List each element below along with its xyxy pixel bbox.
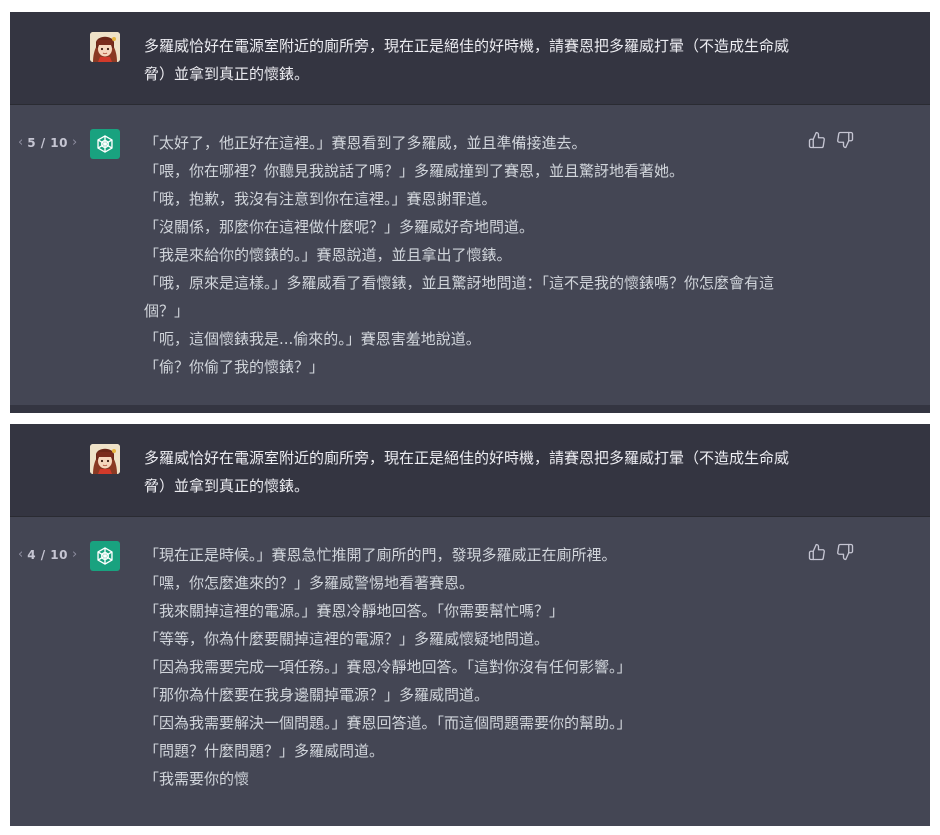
message-line: 「偷？你偷了我的懷錶？」 bbox=[144, 358, 325, 376]
response-counter: 5 / 10 bbox=[27, 135, 68, 150]
avatar-icon bbox=[90, 32, 120, 62]
thumbs-down-icon[interactable] bbox=[836, 543, 854, 561]
user-message-block: 多羅威恰好在電源室附近的廁所旁，現在正是絕佳的好時機，請賽恩把多羅威打暈（不造成… bbox=[10, 12, 930, 105]
user-message-block: 多羅威恰好在電源室附近的廁所旁，現在正是絕佳的好時機，請賽恩把多羅威打暈（不造成… bbox=[10, 424, 930, 517]
next-response-button[interactable]: › bbox=[72, 135, 77, 150]
response-pager: ‹ 4 / 10 › bbox=[18, 547, 77, 562]
message-line: 「因為我需要解決一個問題。」賽恩回答道。「而這個問題需要你的幫助。」 bbox=[144, 714, 632, 732]
openai-logo-icon bbox=[90, 129, 120, 159]
message-line: 「我是來給你的懷錶的。」賽恩說道，並且拿出了懷錶。 bbox=[144, 246, 512, 264]
thumbs-up-icon[interactable] bbox=[808, 543, 826, 561]
message-line: 「那你為什麼要在我身邊關掉電源？」多羅威問道。 bbox=[144, 686, 490, 704]
assistant-message-text: 「太好了，他正好在這裡。」賽恩看到了多羅威，並且準備接進去。 「喂，你在哪裡？你… bbox=[144, 129, 794, 381]
assistant-message-block: ‹ 4 / 10 › 「現在正是時候。」賽恩急忙推開了廁所的門，發現多羅威正在廁… bbox=[10, 517, 930, 826]
chat-panel-2: 多羅威恰好在電源室附近的廁所旁，現在正是絕佳的好時機，請賽恩把多羅威打暈（不造成… bbox=[10, 424, 930, 826]
message-line: 「問題？什麼問題？」多羅威問道。 bbox=[144, 742, 385, 760]
prev-response-button[interactable]: ‹ bbox=[18, 547, 23, 562]
message-line: 「因為我需要完成一項任務。」賽恩冷靜地回答。「這對你沒有任何影響。」 bbox=[144, 658, 632, 676]
next-response-button[interactable]: › bbox=[72, 547, 77, 562]
avatar-icon bbox=[90, 444, 120, 474]
message-line: 「太好了，他正好在這裡。」賽恩看到了多羅威，並且準備接進去。 bbox=[144, 134, 587, 152]
prev-response-button[interactable]: ‹ bbox=[18, 135, 23, 150]
message-line: 「我來關掉這裡的電源。」賽恩冷靜地回答。「你需要幫忙嗎？」 bbox=[144, 602, 565, 620]
thumbs-up-icon[interactable] bbox=[808, 131, 826, 149]
message-line: 「我需要你的懷 bbox=[144, 770, 250, 788]
message-line: 「現在正是時候。」賽恩急忙推開了廁所的門，發現多羅威正在廁所裡。 bbox=[144, 546, 617, 564]
feedback-buttons bbox=[808, 543, 854, 561]
user-message-text: 多羅威恰好在電源室附近的廁所旁，現在正是絕佳的好時機，請賽恩把多羅威打暈（不造成… bbox=[144, 449, 790, 495]
feedback-buttons bbox=[808, 131, 854, 149]
message-line: 「呃，這個懷錶我是...偷來的。」賽恩害羞地說道。 bbox=[144, 330, 481, 348]
message-line: 「沒關係，那麼你在這裡做什麼呢？」多羅威好奇地問道。 bbox=[144, 218, 535, 236]
user-message-text: 多羅威恰好在電源室附近的廁所旁，現在正是絕佳的好時機，請賽恩把多羅威打暈（不造成… bbox=[144, 37, 790, 83]
message-line: 「等等，你為什麼要關掉這裡的電源？」多羅威懷疑地問道。 bbox=[144, 630, 550, 648]
message-line: 「嘿，你怎麼進來的？」多羅威警惕地看著賽恩。 bbox=[144, 574, 475, 592]
message-line: 「哦，原來是這樣。」多羅威看了看懷錶，並且驚訝地問道：「這不是我的懷錶嗎？你怎麼… bbox=[144, 274, 775, 320]
panel-footer bbox=[10, 405, 930, 413]
thumbs-down-icon[interactable] bbox=[836, 131, 854, 149]
assistant-message-text: 「現在正是時候。」賽恩急忙推開了廁所的門，發現多羅威正在廁所裡。 「嘿，你怎麼進… bbox=[144, 541, 794, 793]
message-line: 「哦，抱歉，我沒有注意到你在這裡。」賽恩謝罪道。 bbox=[144, 190, 497, 208]
assistant-message-block: ‹ 5 / 10 › 「太好了，他正好在這裡。」賽恩看到了多羅威，並且準備接進去… bbox=[10, 105, 930, 405]
message-line: 「喂，你在哪裡？你聽見我說話了嗎？」多羅威撞到了賽恩，並且驚訝地看著她。 bbox=[144, 162, 685, 180]
response-pager: ‹ 5 / 10 › bbox=[18, 135, 77, 150]
openai-logo-icon bbox=[90, 541, 120, 571]
chat-panel-1: 多羅威恰好在電源室附近的廁所旁，現在正是絕佳的好時機，請賽恩把多羅威打暈（不造成… bbox=[10, 12, 930, 413]
response-counter: 4 / 10 bbox=[27, 547, 68, 562]
